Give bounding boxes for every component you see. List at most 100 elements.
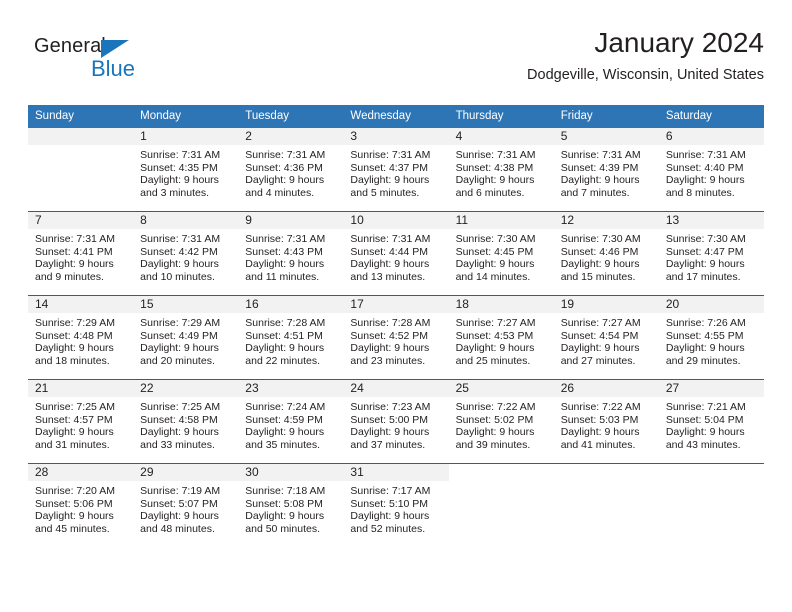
- sunset-text: Sunset: 5:10 PM: [350, 497, 429, 510]
- daylight-text-line1: Daylight: 9 hours: [35, 258, 114, 271]
- daylight-text-line2: and 50 minutes.: [245, 522, 320, 535]
- daylight-text-line2: and 9 minutes.: [35, 270, 104, 283]
- calendar-day-cell[interactable]: 25 Sunrise: 7:22 AM Sunset: 5:02 PM Dayl…: [448, 379, 554, 464]
- calendar-day-cell[interactable]: 28 Sunrise: 7:20 AM Sunset: 5:06 PM Dayl…: [28, 464, 134, 548]
- calendar-day-cell[interactable]: 6 Sunrise: 7:31 AM Sunset: 4:40 PM Dayli…: [658, 128, 764, 212]
- calendar-day-cell[interactable]: 2 Sunrise: 7:31 AM Sunset: 4:36 PM Dayli…: [238, 128, 344, 212]
- calendar-day-cell[interactable]: 3 Sunrise: 7:31 AM Sunset: 4:37 PM Dayli…: [343, 128, 449, 212]
- calendar-day-cell[interactable]: 23 Sunrise: 7:24 AM Sunset: 4:59 PM Dayl…: [238, 379, 344, 464]
- sunrise-text: Sunrise: 7:28 AM: [245, 317, 326, 329]
- day-number: 13: [658, 212, 764, 229]
- calendar-day-cell[interactable]: 11 Sunrise: 7:30 AM Sunset: 4:45 PM Dayl…: [448, 211, 554, 296]
- day-cell-inner: 4 Sunrise: 7:31 AM Sunset: 4:38 PM Dayli…: [448, 128, 554, 211]
- day-number: 11: [448, 212, 554, 229]
- sunrise-text: Sunrise: 7:30 AM: [560, 233, 641, 245]
- calendar-day-cell[interactable]: [659, 464, 764, 548]
- day-info: Sunrise: 7:22 AM Sunset: 5:02 PM Dayligh…: [449, 397, 554, 451]
- daylight-text-line1: Daylight: 9 hours: [140, 342, 219, 355]
- general-blue-logo[interactable]: General Blue: [34, 34, 194, 90]
- sunrise-text: Sunrise: 7:31 AM: [350, 233, 431, 245]
- calendar-day-cell[interactable]: 27 Sunrise: 7:21 AM Sunset: 5:04 PM Dayl…: [658, 379, 764, 464]
- day-info: Sunrise: 7:27 AM Sunset: 4:54 PM Dayligh…: [554, 313, 659, 367]
- sunset-text: Sunset: 4:48 PM: [35, 329, 113, 342]
- daylight-text-line2: and 48 minutes.: [140, 522, 215, 535]
- daylight-text-line1: Daylight: 9 hours: [245, 258, 325, 271]
- day-info: [28, 145, 133, 149]
- calendar-week-row: 7 Sunrise: 7:31 AM Sunset: 4:41 PM Dayli…: [28, 211, 764, 296]
- calendar-day-cell[interactable]: 10 Sunrise: 7:31 AM Sunset: 4:44 PM Dayl…: [343, 211, 449, 296]
- daylight-text-line1: Daylight: 9 hours: [245, 426, 325, 439]
- calendar-day-cell[interactable]: 9 Sunrise: 7:31 AM Sunset: 4:43 PM Dayli…: [238, 211, 344, 296]
- calendar-page: General Blue January 2024 Dodgeville, Wi…: [0, 0, 792, 612]
- day-number: 9: [238, 212, 344, 229]
- calendar-day-cell[interactable]: 1 Sunrise: 7:31 AM Sunset: 4:35 PM Dayli…: [133, 128, 239, 212]
- day-cell-inner: 24 Sunrise: 7:23 AM Sunset: 5:00 PM Dayl…: [343, 380, 449, 463]
- sunrise-text: Sunrise: 7:19 AM: [140, 485, 221, 497]
- day-cell-inner: 31 Sunrise: 7:17 AM Sunset: 5:10 PM Dayl…: [343, 464, 449, 547]
- calendar-day-cell[interactable]: 8 Sunrise: 7:31 AM Sunset: 4:42 PM Dayli…: [133, 211, 239, 296]
- calendar-day-cell[interactable]: 7 Sunrise: 7:31 AM Sunset: 4:41 PM Dayli…: [28, 211, 134, 296]
- daylight-text-line1: Daylight: 9 hours: [350, 510, 430, 523]
- calendar-day-cell[interactable]: 30 Sunrise: 7:18 AM Sunset: 5:08 PM Dayl…: [238, 464, 344, 548]
- sunrise-text: Sunrise: 7:29 AM: [140, 317, 221, 329]
- day-cell-inner: 19 Sunrise: 7:27 AM Sunset: 4:54 PM Dayl…: [553, 296, 659, 379]
- daylight-text-line1: Daylight: 9 hours: [665, 342, 745, 355]
- day-cell-inner: 5 Sunrise: 7:31 AM Sunset: 4:39 PM Dayli…: [553, 128, 659, 211]
- page-header: General Blue January 2024 Dodgeville, Wi…: [28, 26, 764, 98]
- calendar-day-cell[interactable]: 17 Sunrise: 7:28 AM Sunset: 4:52 PM Dayl…: [343, 295, 449, 380]
- day-cell-inner: [554, 464, 659, 547]
- daylight-text-line2: and 23 minutes.: [350, 354, 426, 367]
- day-number: 1: [133, 128, 239, 145]
- calendar-day-cell[interactable]: 26 Sunrise: 7:22 AM Sunset: 5:03 PM Dayl…: [553, 379, 659, 464]
- day-number: 30: [238, 464, 344, 481]
- sunset-text: Sunset: 5:08 PM: [245, 497, 323, 510]
- day-number: 6: [658, 128, 764, 145]
- calendar-day-cell[interactable]: 12 Sunrise: 7:30 AM Sunset: 4:46 PM Dayl…: [553, 211, 659, 296]
- daylight-text-line1: Daylight: 9 hours: [245, 342, 325, 355]
- calendar-day-cell[interactable]: 15 Sunrise: 7:29 AM Sunset: 4:49 PM Dayl…: [133, 295, 239, 380]
- daylight-text-line1: Daylight: 9 hours: [35, 342, 114, 355]
- day-cell-inner: 1 Sunrise: 7:31 AM Sunset: 4:35 PM Dayli…: [133, 128, 239, 211]
- day-info: Sunrise: 7:25 AM Sunset: 4:58 PM Dayligh…: [133, 397, 238, 451]
- daylight-text-line1: Daylight: 9 hours: [140, 426, 219, 439]
- sunset-text: Sunset: 4:40 PM: [665, 161, 744, 174]
- day-cell-inner: 2 Sunrise: 7:31 AM Sunset: 4:36 PM Dayli…: [238, 128, 344, 211]
- day-cell-inner: 30 Sunrise: 7:18 AM Sunset: 5:08 PM Dayl…: [238, 464, 344, 547]
- sunset-text: Sunset: 4:36 PM: [245, 161, 323, 174]
- sunset-text: Sunset: 4:53 PM: [455, 329, 534, 342]
- day-number: 31: [343, 464, 449, 481]
- calendar-day-cell[interactable]: 13 Sunrise: 7:30 AM Sunset: 4:47 PM Dayl…: [658, 211, 764, 296]
- calendar-day-cell[interactable]: 5 Sunrise: 7:31 AM Sunset: 4:39 PM Dayli…: [553, 128, 659, 212]
- day-cell-inner: 23 Sunrise: 7:24 AM Sunset: 4:59 PM Dayl…: [238, 380, 344, 463]
- daylight-text-line2: and 5 minutes.: [350, 186, 420, 199]
- daylight-text-line2: and 35 minutes.: [245, 438, 320, 451]
- calendar-day-cell[interactable]: [449, 464, 554, 548]
- page-subtitle: Dodgeville, Wisconsin, United States: [527, 67, 764, 83]
- weekday-header-saturday: Saturday: [658, 105, 764, 128]
- sunrise-text: Sunrise: 7:24 AM: [245, 401, 326, 413]
- calendar-day-cell[interactable]: [554, 464, 659, 548]
- daylight-text-line2: and 31 minutes.: [35, 438, 110, 451]
- sunset-text: Sunset: 4:46 PM: [560, 245, 639, 258]
- calendar-day-cell[interactable]: [28, 128, 134, 212]
- page-title: January 2024: [594, 27, 764, 58]
- daylight-text-line2: and 29 minutes.: [665, 354, 741, 367]
- calendar-day-cell[interactable]: 14 Sunrise: 7:29 AM Sunset: 4:48 PM Dayl…: [28, 295, 134, 380]
- calendar-day-cell[interactable]: 31 Sunrise: 7:17 AM Sunset: 5:10 PM Dayl…: [343, 464, 449, 548]
- day-info: Sunrise: 7:20 AM Sunset: 5:06 PM Dayligh…: [28, 481, 133, 535]
- calendar-day-cell[interactable]: 21 Sunrise: 7:25 AM Sunset: 4:57 PM Dayl…: [28, 379, 134, 464]
- daylight-text-line1: Daylight: 9 hours: [35, 510, 114, 523]
- day-number: 8: [133, 212, 239, 229]
- calendar-day-cell[interactable]: 24 Sunrise: 7:23 AM Sunset: 5:00 PM Dayl…: [343, 379, 449, 464]
- daylight-text-line1: Daylight: 9 hours: [350, 174, 430, 187]
- sunset-text: Sunset: 4:37 PM: [350, 161, 429, 174]
- day-cell-inner: 28 Sunrise: 7:20 AM Sunset: 5:06 PM Dayl…: [28, 464, 134, 547]
- daylight-text-line1: Daylight: 9 hours: [560, 174, 640, 187]
- calendar-day-cell[interactable]: 20 Sunrise: 7:26 AM Sunset: 4:55 PM Dayl…: [658, 295, 764, 380]
- calendar-day-cell[interactable]: 16 Sunrise: 7:28 AM Sunset: 4:51 PM Dayl…: [238, 295, 344, 380]
- calendar-day-cell[interactable]: 19 Sunrise: 7:27 AM Sunset: 4:54 PM Dayl…: [553, 295, 659, 380]
- calendar-day-cell[interactable]: 29 Sunrise: 7:19 AM Sunset: 5:07 PM Dayl…: [133, 464, 239, 548]
- calendar-day-cell[interactable]: 22 Sunrise: 7:25 AM Sunset: 4:58 PM Dayl…: [133, 379, 239, 464]
- calendar-day-cell[interactable]: 18 Sunrise: 7:27 AM Sunset: 4:53 PM Dayl…: [448, 295, 554, 380]
- calendar-day-cell[interactable]: 4 Sunrise: 7:31 AM Sunset: 4:38 PM Dayli…: [448, 128, 554, 212]
